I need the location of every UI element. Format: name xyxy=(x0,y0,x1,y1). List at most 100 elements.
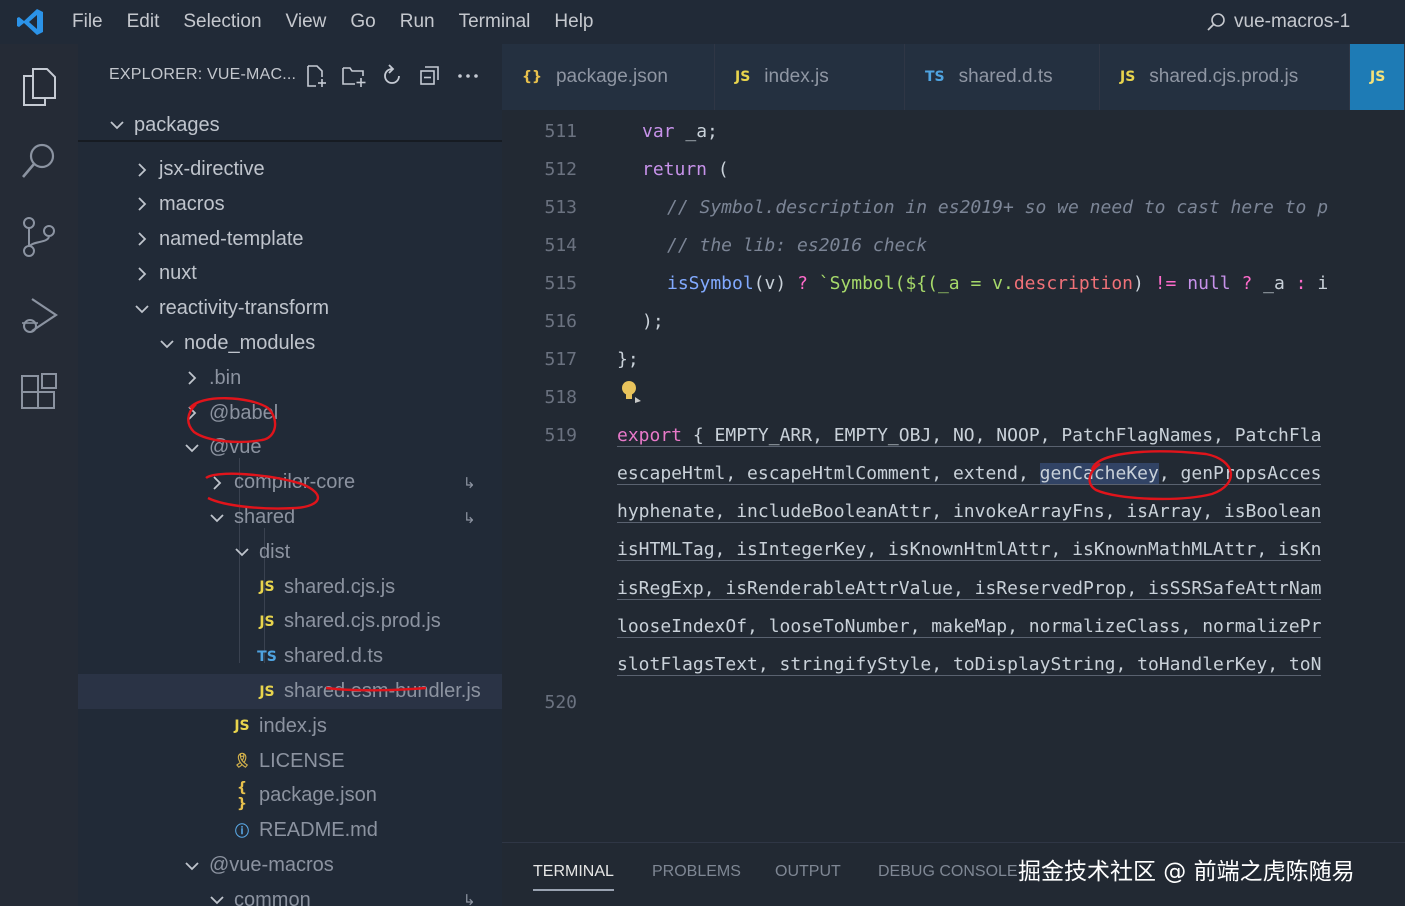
tree-item[interactable]: reactivity-transform xyxy=(78,291,502,326)
search-icon xyxy=(1207,13,1225,31)
panel-tab-terminal[interactable]: TERMINAL xyxy=(533,863,614,891)
tab-label: index.js xyxy=(764,66,829,87)
new-file-icon[interactable] xyxy=(303,62,329,90)
code-line-519-wrap-4: isRegExp, isRenderableAttrValue, isReser… xyxy=(617,578,1322,600)
explorer-header: EXPLORER: VUE-MAC... xyxy=(78,44,502,110)
code-line-519-wrap-5: looseIndexOf, looseToNumber, makeMap, no… xyxy=(617,616,1322,638)
tab-package-json[interactable]: {} package.json xyxy=(502,44,715,110)
chevron-down-icon xyxy=(206,507,228,529)
tree-item[interactable]: JS shared.cjs.js xyxy=(78,570,502,605)
tree-label: package.json xyxy=(259,784,377,807)
tree-label: @vue-macros xyxy=(209,854,334,876)
code-line-514: // the lib: es2016 check xyxy=(667,235,928,256)
code-line-519-wrap-6: slotFlagsText, stringifyStyle, toDisplay… xyxy=(617,654,1322,676)
ts-file-icon: TS xyxy=(925,69,945,85)
chevron-down-icon xyxy=(131,298,153,320)
json-file-icon: { } xyxy=(237,779,247,812)
tree-item[interactable]: common ↳ xyxy=(78,883,502,906)
code-line-511: var _a; xyxy=(642,121,718,142)
menu-file[interactable]: File xyxy=(60,0,115,44)
tree-label: jsx-directive xyxy=(159,158,265,180)
vscode-logo-icon xyxy=(0,0,60,44)
tab-shared-cjs-prod-js[interactable]: JS shared.cjs.prod.js xyxy=(1100,44,1350,110)
tree-item[interactable]: jsx-directive xyxy=(78,152,502,187)
tab-active-esm-bundler[interactable]: JS xyxy=(1350,44,1405,110)
code-line-519: export { EMPTY_ARR, EMPTY_OBJ, NO, NOOP,… xyxy=(617,425,1322,447)
panel-tab-output[interactable]: OUTPUT xyxy=(775,863,841,881)
run-debug-icon[interactable] xyxy=(16,292,62,338)
tree-item[interactable]: @vue xyxy=(78,430,502,465)
command-center-search[interactable]: vue-macros-1 xyxy=(1206,0,1350,44)
code-line-517: }; xyxy=(617,349,639,370)
refresh-icon[interactable] xyxy=(379,62,405,90)
explorer-title: EXPLORER: VUE-MAC... xyxy=(109,66,297,83)
menu-go[interactable]: Go xyxy=(338,0,387,44)
tab-label: shared.cjs.prod.js xyxy=(1149,66,1299,87)
menu-edit[interactable]: Edit xyxy=(115,0,172,44)
tree-item[interactable]: @vue-macros xyxy=(78,848,502,883)
lightbulb-icon[interactable] xyxy=(619,379,643,410)
js-file-icon: JS xyxy=(735,69,751,85)
js-file-icon: JS xyxy=(1120,69,1136,85)
menu-selection[interactable]: Selection xyxy=(171,0,273,44)
tree-item[interactable]: ⓘ README.md xyxy=(78,813,502,848)
explorer-files-icon[interactable] xyxy=(16,64,62,110)
more-actions-icon[interactable] xyxy=(455,62,481,90)
tree-item[interactable]: JS index.js xyxy=(78,709,502,744)
tab-shared-d-ts[interactable]: TS shared.d.ts xyxy=(905,44,1100,110)
js-file-icon: JS xyxy=(259,579,275,596)
info-file-icon: ⓘ xyxy=(235,823,249,840)
menu-bar: File Edit Selection View Go Run Terminal… xyxy=(60,0,606,44)
menu-run[interactable]: Run xyxy=(388,0,447,44)
line-number: 512 xyxy=(544,159,577,180)
tree-sticky-packages[interactable]: packages xyxy=(78,110,502,142)
source-control-icon[interactable] xyxy=(16,214,62,260)
search-icon[interactable] xyxy=(16,138,62,184)
tree-label: common xyxy=(234,888,311,906)
tree-item[interactable]: @babel xyxy=(78,396,502,431)
tree-item[interactable]: named-template xyxy=(78,222,502,257)
tree-label: @babel xyxy=(209,401,279,424)
tree-item[interactable]: compiler-core ↳ xyxy=(78,465,502,500)
collapse-all-icon[interactable] xyxy=(417,62,443,90)
tree-label: reactivity-transform xyxy=(159,297,330,320)
ts-file-icon: TS xyxy=(257,648,277,665)
panel-tab-debug-console[interactable]: DEBUG CONSOLE xyxy=(878,863,1018,881)
code-line-515: isSymbol(v) ? `Symbol(${(_a = v.descript… xyxy=(667,273,1329,294)
tree-item[interactable]: macros xyxy=(78,187,502,222)
js-file-icon: JS xyxy=(234,718,250,735)
menu-terminal[interactable]: Terminal xyxy=(447,0,543,44)
tree-item[interactable]: nuxt xyxy=(78,256,502,291)
panel-tab-problems[interactable]: PROBLEMS xyxy=(652,863,741,881)
tree-item[interactable]: TS shared.d.ts xyxy=(78,639,502,674)
tree-item[interactable]: JS shared.cjs.prod.js xyxy=(78,604,502,639)
extensions-icon[interactable] xyxy=(16,370,62,416)
tree-label: shared xyxy=(234,506,296,528)
tree-item[interactable]: { } package.json xyxy=(78,778,502,813)
symlink-icon: ↳ xyxy=(463,892,476,906)
highlighted-symbol: genCacheKey xyxy=(1039,463,1159,484)
tab-index-js[interactable]: JS index.js xyxy=(715,44,905,110)
menu-help[interactable]: Help xyxy=(542,0,605,44)
license-file-icon: 🎗 xyxy=(233,753,251,770)
tree-label: nuxt xyxy=(159,262,197,285)
tree-item[interactable]: dist xyxy=(78,535,502,570)
tree-label: shared.cjs.js xyxy=(284,575,396,598)
tree-item[interactable]: node_modules xyxy=(78,326,502,361)
title-bar: File Edit Selection View Go Run Terminal… xyxy=(0,0,1405,44)
line-number: 515 xyxy=(544,273,577,294)
code-line-519-wrap-3: isHTMLTag, isIntegerKey, isKnownHtmlAttr… xyxy=(617,539,1322,561)
tree-item[interactable]: .bin xyxy=(78,361,502,396)
tree-label: shared.esm-bundler.js xyxy=(284,680,481,702)
new-folder-icon[interactable] xyxy=(341,62,367,90)
chevron-right-icon xyxy=(131,193,153,215)
tab-label: package.json xyxy=(555,66,668,87)
tree-item[interactable]: shared ↳ xyxy=(78,500,502,535)
line-number: 520 xyxy=(544,692,577,713)
chevron-down-icon xyxy=(206,889,228,906)
code-editor[interactable]: 511 512 513 514 515 516 517 518 519 520 … xyxy=(502,110,1405,842)
tree-item[interactable]: JS shared.esm-bundler.js xyxy=(78,674,502,709)
menu-view[interactable]: View xyxy=(274,0,339,44)
watermark: 掘金技术社区 @ 前端之虎陈随易 xyxy=(1018,859,1355,885)
tree-item[interactable]: 🎗 LICENSE xyxy=(78,744,502,779)
